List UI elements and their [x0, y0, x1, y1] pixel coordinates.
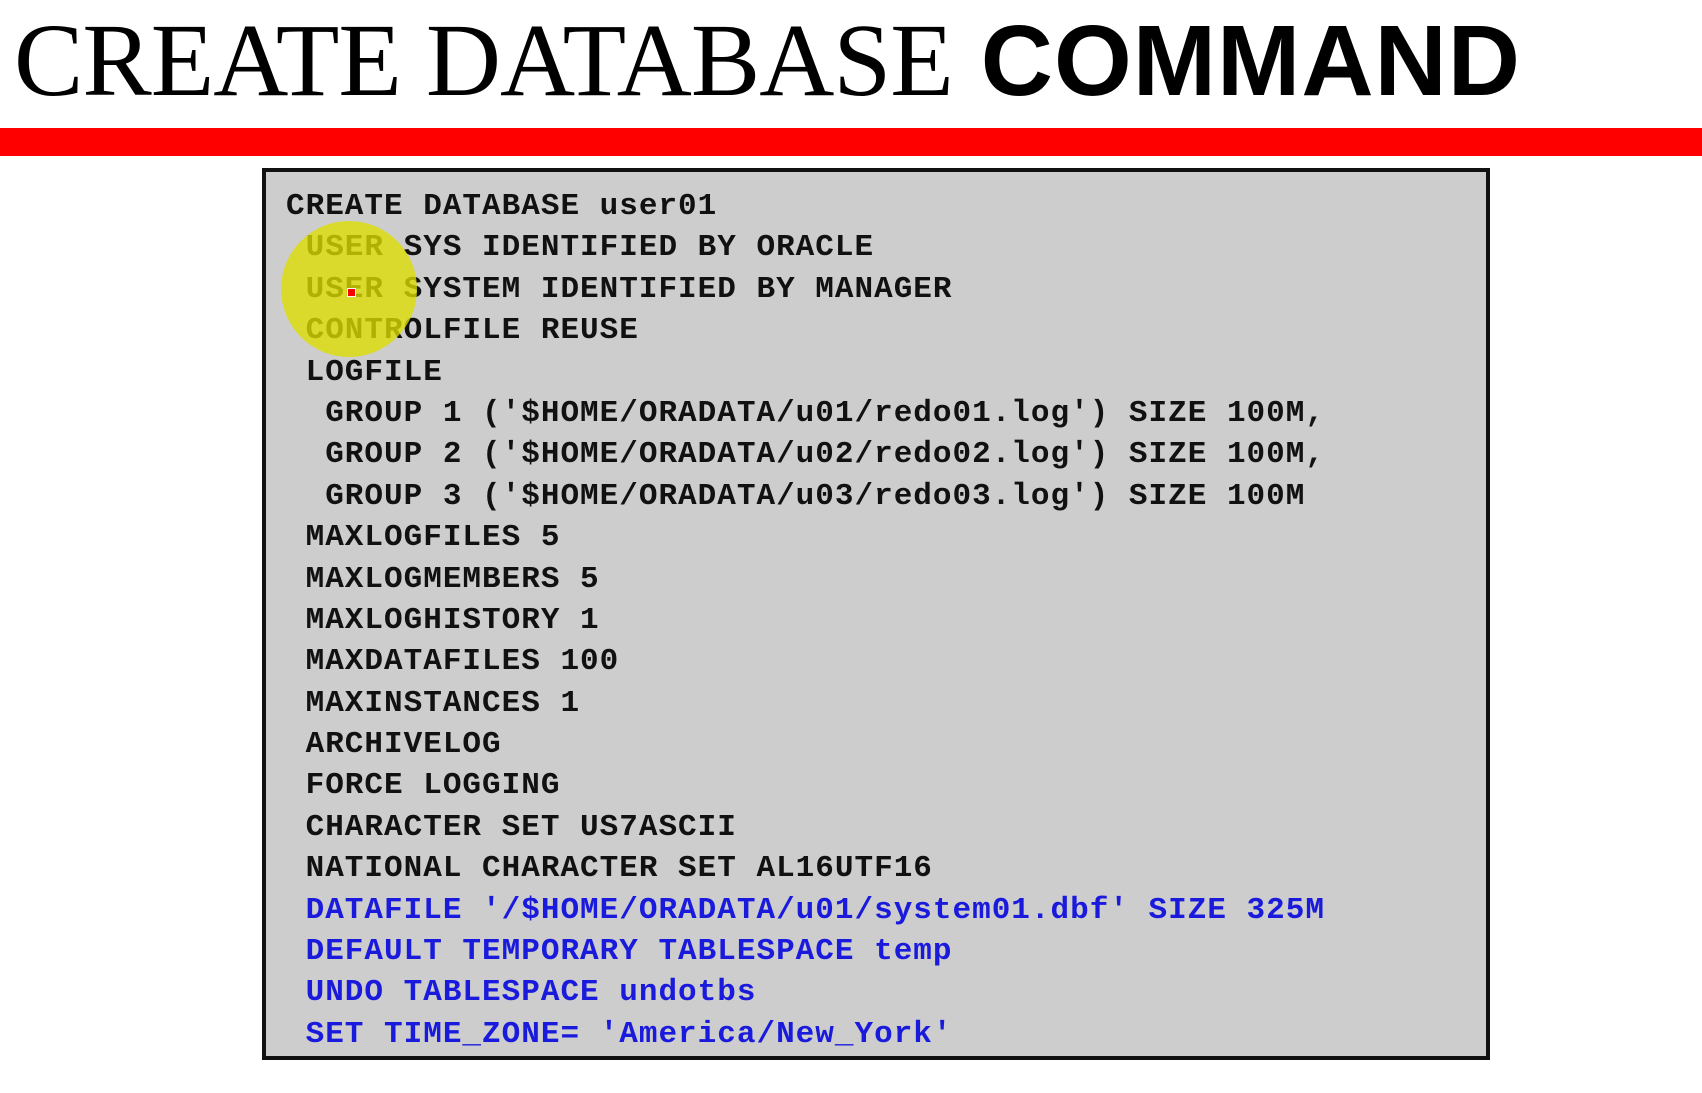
code-line: USER SYSTEM IDENTIFIED BY MANAGER	[286, 271, 953, 307]
code-line: CREATE DATABASE user01	[286, 189, 718, 224]
code-line: CHARACTER SET US7ASCII	[286, 809, 737, 845]
title-underline-bar	[0, 128, 1702, 156]
code-line: USER SYS IDENTIFIED BY ORACLE	[286, 230, 875, 266]
code-line: MAXINSTANCES 1	[286, 685, 581, 721]
code-line-highlighted: DEFAULT TEMPORARY TABLESPACE temp	[286, 934, 953, 970]
code-line: MAXLOGFILES 5	[286, 520, 561, 556]
code-line: FORCE LOGGING	[286, 768, 561, 804]
mouse-pointer-icon	[347, 288, 356, 297]
code-line: LOGFILE	[286, 354, 443, 390]
code-line: CONTROLFILE REUSE	[286, 313, 639, 349]
code-line: GROUP 3 ('$HOME/ORADATA/u03/redo03.log')…	[286, 478, 1306, 514]
code-line: NATIONAL CHARACTER SET AL16UTF16	[286, 851, 933, 887]
code-line-highlighted: UNDO TABLESPACE undotbs	[286, 975, 757, 1011]
code-line-highlighted: SET TIME_ZONE= 'America/New_York'	[286, 1016, 953, 1052]
slide-title-light: CREATE DATABASE	[14, 3, 954, 118]
code-line: ARCHIVELOG	[286, 727, 502, 763]
code-line: GROUP 2 ('$HOME/ORADATA/u02/redo02.log')…	[286, 437, 1325, 473]
code-line-highlighted: DATAFILE '/$HOME/ORADATA/u01/system01.db…	[286, 892, 1325, 928]
code-line: GROUP 1 ('$HOME/ORADATA/u01/redo01.log')…	[286, 395, 1325, 431]
code-line: MAXLOGMEMBERS 5	[286, 561, 600, 597]
code-line: MAXLOGHISTORY 1	[286, 602, 600, 638]
code-line: MAXDATAFILES 100	[286, 644, 620, 680]
code-lines: CREATE DATABASE user01 USER SYS IDENTIFI…	[286, 186, 1325, 1055]
slide-title: CREATE DATABASE COMMAND	[14, 3, 1521, 118]
slide-title-bold: COMMAND	[980, 5, 1521, 117]
code-block: CREATE DATABASE user01 USER SYS IDENTIFI…	[262, 168, 1490, 1060]
slide: CREATE DATABASE COMMAND CREATE DATABASE u…	[0, 0, 1702, 1093]
